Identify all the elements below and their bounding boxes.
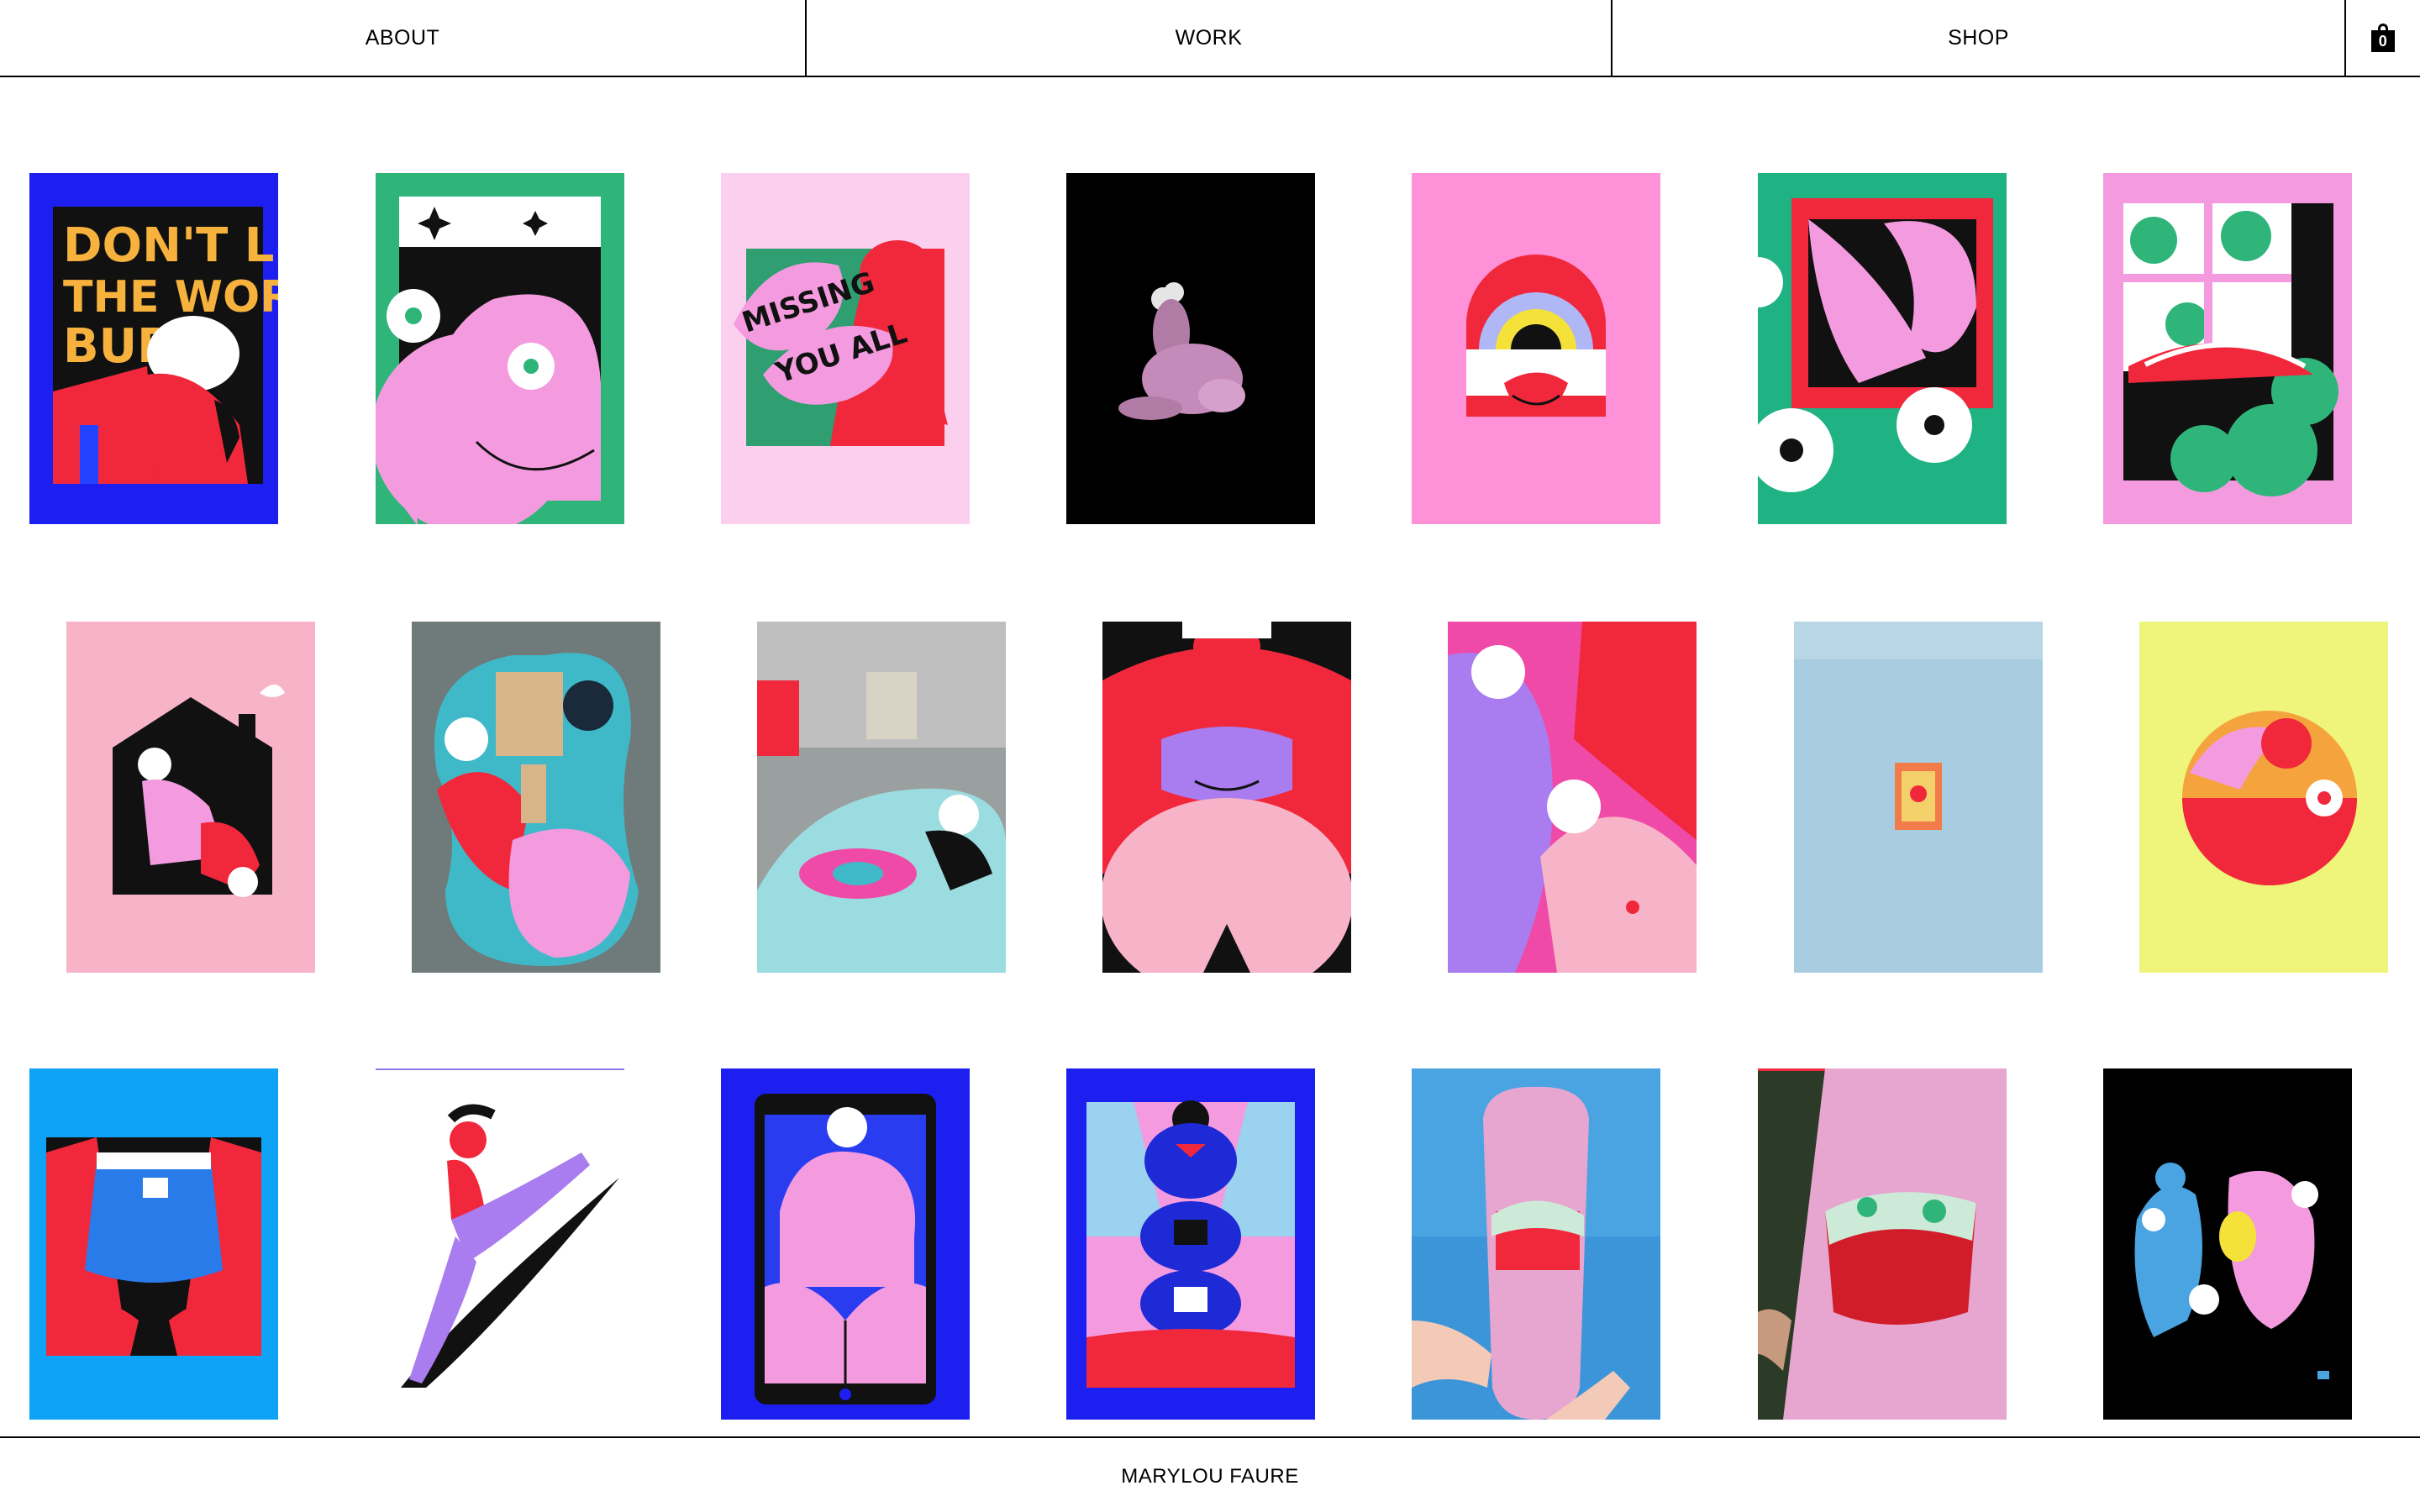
artwork-image (721, 1068, 970, 1420)
artwork-image (1412, 173, 1660, 524)
artwork-tile-3d-pink-figure-black[interactable] (1066, 173, 1315, 524)
artwork-tile-purple-red-figures[interactable] (1448, 622, 1697, 973)
artwork-image (2103, 173, 2352, 524)
artwork-tile-small-print-on-blue[interactable] (1794, 622, 2043, 973)
artwork-tile-green-flowers-window[interactable] (1758, 173, 2007, 524)
artwork-image (757, 622, 1006, 973)
artwork-tile-painted-guitar-body-top[interactable] (412, 622, 660, 973)
artwork-image (2103, 1068, 2352, 1420)
site-footer: MARYLOU FAURE (0, 1436, 2420, 1512)
artwork-tile-painted-guitar-body-angle[interactable] (757, 622, 1006, 973)
artwork-image: MISSING YOU ALL (721, 173, 970, 524)
artwork-tile-blue-pink-figures-black[interactable] (2103, 1068, 2352, 1420)
artwork-image (1758, 173, 2007, 524)
svg-text:THE WORLD: THE WORLD (63, 272, 278, 323)
svg-text:DON'T LET: DON'T LET (63, 218, 278, 273)
nav-about-link[interactable]: ABOUT (0, 0, 807, 76)
artwork-tile-rainbow-hands[interactable] (1412, 173, 1660, 524)
artwork-image (1066, 173, 1315, 524)
artwork-image (412, 622, 660, 973)
artwork-image: DON'T LET THE WORLD BURN (29, 173, 278, 524)
artwork-image (376, 173, 624, 524)
artwork-tile-yellow-circle-figure[interactable] (2139, 622, 2388, 973)
artwork-image (376, 1068, 624, 1420)
artwork-tile-denim-shorts[interactable] (29, 1068, 278, 1420)
artwork-image (2139, 622, 2388, 973)
artwork-tile-missing-you-all[interactable]: MISSING YOU ALL (721, 173, 970, 524)
artwork-tile-kicking-figure[interactable] (376, 1068, 624, 1420)
artwork-tile-phone-screen-figure[interactable] (721, 1068, 970, 1420)
artwork-tile-pink-window-flowers[interactable] (2103, 173, 2352, 524)
artwork-image (1412, 1068, 1660, 1420)
artwork-tile-house-figure[interactable] (66, 622, 315, 973)
artwork-image (29, 1068, 278, 1420)
shopping-bag-icon: 0 (2371, 24, 2395, 52)
artwork-tile-skateboard-deck-sky[interactable] (1412, 1068, 1660, 1420)
work-gallery: DON'T LET THE WORLD BURN (0, 77, 2420, 1436)
artwork-tile-dont-let-the-world-burn[interactable]: DON'T LET THE WORLD BURN (29, 173, 278, 524)
artwork-image (1066, 1068, 1315, 1420)
nav-shop-link[interactable]: SHOP (1612, 0, 2346, 76)
artwork-image (1794, 622, 2043, 973)
artwork-image (1102, 622, 1351, 973)
artwork-tile-stacked-figures[interactable] (1066, 1068, 1315, 1420)
artist-name[interactable]: MARYLOU FAURE (1121, 1465, 1298, 1512)
cart-count: 0 (2371, 30, 2395, 52)
artwork-image (1448, 622, 1697, 973)
top-nav: ABOUT WORK SHOP 0 (0, 0, 2420, 77)
artwork-image (1758, 1068, 2007, 1420)
cart-button[interactable]: 0 (2346, 0, 2420, 76)
artwork-tile-red-purple-figure[interactable] (1102, 622, 1351, 973)
artwork-image (66, 622, 315, 973)
artwork-tile-skateboard-deck-closeup[interactable] (1758, 1068, 2007, 1420)
nav-work-link[interactable]: WORK (807, 0, 1612, 76)
artwork-tile-pink-figure-green-frame[interactable] (376, 173, 624, 524)
